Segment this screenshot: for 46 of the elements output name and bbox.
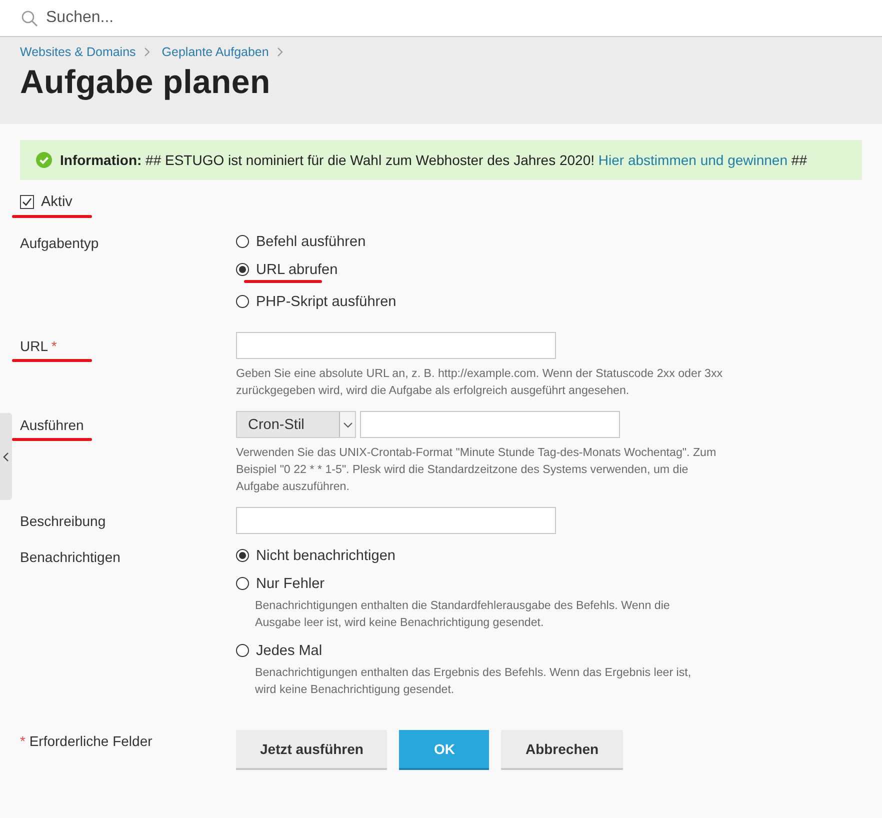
help-text: Verwenden Sie das UNIX-Crontab-Format "Minute Stunde Tag-des-Monats Wochentag". Zum Beispiel "0 22 * * 1-5". Plesk wird die Standardzeitzone des Systems verwenden, um die Aufgabe auszuführen. xyxy=(236,445,718,495)
text-input[interactable] xyxy=(236,507,556,534)
help-text: Benachrichtigungen enthalten die Standardfehlerausgabe des Befehls. Wenn die Ausgabe leer ist, wird keine Benachrichtigung gesendet. xyxy=(255,598,671,631)
radio-label: PHP-Skript ausführen xyxy=(256,294,396,310)
chevron-icon xyxy=(276,47,284,57)
info-message: Information: ## ESTUGO ist nominiert für die Wahl zum Webhoster des Jahres 2020! Hier abstimmen und gewinnen ## xyxy=(60,152,807,168)
sidebar-toggle[interactable] xyxy=(0,413,12,500)
radio-label: Nicht benachrichtigen xyxy=(256,548,396,564)
radio-label: Jedes Mal xyxy=(256,642,322,658)
search-field[interactable]: Suchen... xyxy=(44,8,248,28)
radio-label: Befehl ausführen xyxy=(256,234,366,250)
radio-label: URL abrufen xyxy=(256,262,338,278)
field-label: Beschreibung xyxy=(20,513,106,529)
radio-label: Nur Fehler xyxy=(256,576,324,592)
vote-link[interactable]: Hier abstimmen und gewinnen xyxy=(598,152,788,168)
action-button[interactable]: Jetzt ausführen xyxy=(236,730,388,770)
radio-button[interactable] xyxy=(236,263,249,276)
text-input[interactable] xyxy=(236,332,556,359)
chevron-icon xyxy=(142,47,151,57)
required-mark: * xyxy=(50,338,57,354)
radio-button[interactable] xyxy=(236,235,249,248)
action-button[interactable]: Abbrechen xyxy=(501,730,623,770)
field-label: Ausführen xyxy=(20,417,84,433)
caret-icon xyxy=(342,422,352,428)
ok-button[interactable]: OK xyxy=(399,730,490,770)
required-note: * Erforderliche Felder xyxy=(20,733,152,749)
breadcrumb-link[interactable]: Websites & Domains xyxy=(20,45,136,59)
radio-button[interactable] xyxy=(236,577,249,590)
check-circle-icon xyxy=(36,152,52,168)
text-input[interactable] xyxy=(360,411,620,438)
radio-button[interactable] xyxy=(236,644,249,657)
chevron-icon xyxy=(3,452,9,462)
radio-button[interactable] xyxy=(236,549,249,562)
checkbox[interactable] xyxy=(20,195,34,209)
help-text: Benachrichtigungen enthalten das Ergebnis des Befehls. Wenn das Ergebnis leer ist, wird keine Benachrichtigung gesendet. xyxy=(255,665,692,698)
field-label: Benachrichtigen xyxy=(20,549,120,565)
dropdown[interactable]: Cron-Stil xyxy=(236,411,356,438)
checkmark-icon xyxy=(21,196,33,208)
field-label: URL * xyxy=(20,338,57,354)
radio-button[interactable] xyxy=(236,295,249,308)
breadcrumb-link[interactable]: Geplante Aufgaben xyxy=(162,45,269,59)
checkbox-label: Aktiv xyxy=(41,194,72,210)
search-icon xyxy=(21,10,38,26)
help-text: Geben Sie eine absolute URL an, z. B. http://example.com. Wenn der Statuscode 2xx oder 3xx zurückgegeben wird, wird die Aufgabe als erfolgreich ausgeführt angesehen. xyxy=(236,366,724,399)
field-label: Aufgabentyp xyxy=(20,235,99,251)
page-title: Aufgabe planen xyxy=(20,63,272,101)
